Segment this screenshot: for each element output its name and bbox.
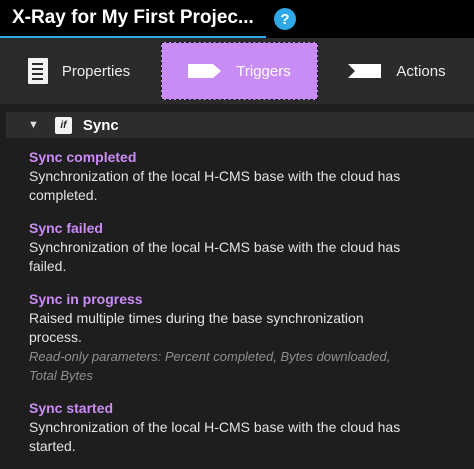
trigger-parameters-note: Read-only parameters: Percent completed,… [29,349,391,364]
section-title: Sync [82,116,119,134]
trigger-description: Synchronization of the local H-CMS base … [29,419,401,435]
trigger-title: Sync started [29,400,114,416]
trigger-title: Sync completed [29,149,137,165]
panel-title: X-Ray for My First Projec... [12,7,254,28]
trigger-description: started. [29,438,76,454]
tag-icon [348,64,382,78]
tab-actions[interactable]: Actions [320,42,474,100]
chevron-down-icon[interactable]: ▼ [28,119,39,131]
title-bar: X-Ray for My First Projec... ? [0,0,474,38]
trigger-description: failed. [29,258,67,274]
trigger-parameters-note: Total Bytes [29,368,93,383]
trigger-item-sync-started[interactable]: Sync started Synchronization of the loca… [29,399,449,456]
section-header-sync[interactable]: ▼ if Sync [6,112,474,138]
tab-properties-label: Properties [61,62,131,80]
tag-icon [188,64,222,78]
trigger-description: process. [29,329,82,345]
panel-title-tab[interactable]: X-Ray for My First Projec... [0,0,266,38]
trigger-description: Synchronization of the local H-CMS base … [29,168,401,184]
tab-bar: Properties Triggers Actions [0,38,474,104]
trigger-description: Raised multiple times during the base sy… [29,310,364,326]
trigger-title: Sync failed [29,220,103,236]
tab-triggers-label: Triggers [236,62,291,80]
tab-actions-label: Actions [396,62,446,80]
help-icon[interactable]: ? [274,8,296,30]
if-icon: if [54,116,72,134]
document-icon [27,58,48,84]
tab-properties[interactable]: Properties [0,42,158,100]
trigger-item-sync-in-progress[interactable]: Sync in progress Raised multiple times d… [29,290,449,385]
triggers-content: ▼ if Sync Sync completed Synchronization… [0,104,474,469]
trigger-item-sync-failed[interactable]: Sync failed Synchronization of the local… [29,219,449,276]
trigger-description: Synchronization of the local H-CMS base … [29,239,401,255]
trigger-title: Sync in progress [29,291,143,307]
trigger-description: completed. [29,187,98,203]
trigger-item-sync-completed[interactable]: Sync completed Synchronization of the lo… [29,148,449,205]
tab-triggers[interactable]: Triggers [161,42,318,100]
